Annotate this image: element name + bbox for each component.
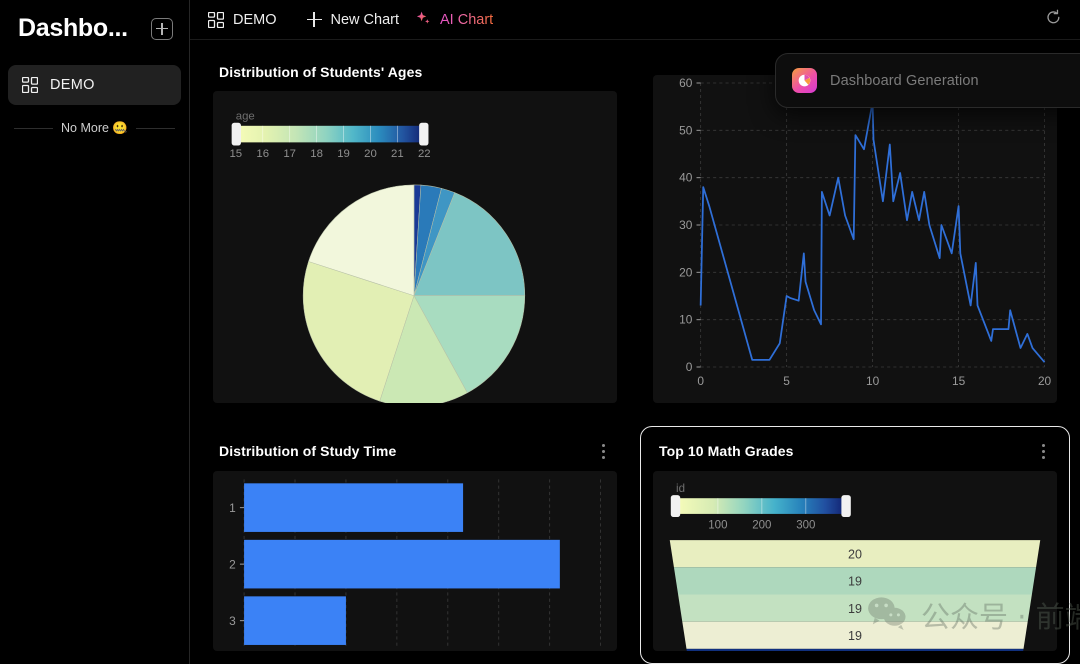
dashboard-grid: Distribution of Students' Ages age 15 16… bbox=[190, 40, 1080, 664]
svg-text:16: 16 bbox=[256, 148, 269, 160]
funnel-value-label: 19 bbox=[848, 575, 862, 589]
card-study-time[interactable]: Distribution of Study Time 1 2 3 bbox=[200, 426, 630, 664]
pie-slices bbox=[302, 184, 526, 403]
y-tick-label: 40 bbox=[679, 172, 693, 185]
y-tick-label: 3 bbox=[229, 614, 236, 628]
new-chart-button[interactable]: New Chart bbox=[306, 0, 416, 40]
grid-icon bbox=[22, 77, 38, 93]
svg-text:20: 20 bbox=[364, 148, 377, 160]
line-chart-axis-ticks: 0 10 20 30 40 50 60 0 5 10 15 20 bbox=[679, 77, 1052, 388]
no-more-text: No More 🤐 bbox=[61, 121, 128, 135]
card-students-ages[interactable]: Distribution of Students' Ages age 15 16… bbox=[200, 48, 630, 416]
bar bbox=[244, 539, 560, 589]
svg-text:300: 300 bbox=[796, 520, 815, 532]
svg-text:18: 18 bbox=[310, 148, 323, 160]
y-tick-label: 20 bbox=[679, 267, 693, 280]
x-tick-label: 20 bbox=[1038, 375, 1052, 388]
y-tick-label: 50 bbox=[679, 125, 693, 138]
funnel-value-label: 20 bbox=[848, 547, 862, 561]
refresh-icon bbox=[1045, 9, 1062, 31]
bar-chart-axis-ticks: 1 2 3 bbox=[229, 501, 245, 628]
sparkle-icon bbox=[415, 10, 431, 30]
bar bbox=[244, 596, 346, 645]
legend-handle-max[interactable] bbox=[841, 495, 851, 518]
sidebar-footer: No More 🤐 bbox=[0, 121, 189, 136]
grid-icon bbox=[208, 11, 224, 28]
ai-chart-label: AI Chart bbox=[440, 11, 494, 28]
legend-title-age: age bbox=[236, 111, 255, 123]
card-math-grades[interactable]: Top 10 Math Grades id 100 200 300 20 19 … bbox=[640, 426, 1070, 664]
card-header: Distribution of Study Time bbox=[213, 437, 617, 471]
divider-right bbox=[135, 128, 175, 129]
plus-icon bbox=[306, 12, 322, 27]
topbar-workspace-label: DEMO bbox=[233, 11, 277, 28]
pie-chart-icon bbox=[792, 68, 817, 93]
new-chart-label: New Chart bbox=[330, 11, 400, 28]
x-tick-label: 10 bbox=[866, 375, 880, 388]
svg-text:100: 100 bbox=[708, 520, 727, 532]
line-chart-plot: 0 10 20 30 40 50 60 0 5 10 15 20 bbox=[653, 75, 1057, 403]
funnel-value-label: 19 bbox=[848, 602, 862, 616]
sidebar: Dashbo... DEMO No More 🤐 bbox=[0, 0, 190, 664]
ai-chart-button[interactable]: AI Chart bbox=[415, 0, 509, 40]
ai-prompt-dialog[interactable]: Dashboard Generation bbox=[775, 53, 1080, 108]
funnel-band bbox=[686, 648, 1024, 651]
card-title: Distribution of Students' Ages bbox=[219, 64, 423, 80]
x-tick-label: 0 bbox=[697, 375, 704, 388]
svg-text:22: 22 bbox=[418, 148, 431, 160]
kebab-menu-icon[interactable] bbox=[595, 442, 611, 460]
bar-chart-svg: 1 2 3 bbox=[229, 479, 602, 649]
bar-chart-plot: 1 2 3 bbox=[213, 471, 617, 651]
legend-handle-min[interactable] bbox=[670, 495, 681, 518]
kebab-menu-icon[interactable] bbox=[1035, 442, 1051, 460]
bar-chart-series bbox=[244, 483, 560, 645]
pie-chart-svg: age 15 16 17 18 19 20 21 22 bbox=[229, 111, 526, 403]
card-title: Distribution of Study Time bbox=[219, 443, 397, 459]
svg-text:15: 15 bbox=[229, 148, 242, 160]
legend-title-id: id bbox=[676, 483, 685, 495]
topbar: DEMO New Chart AI Chart bbox=[190, 0, 1080, 40]
sidebar-item-label: DEMO bbox=[50, 77, 95, 93]
y-tick-label: 10 bbox=[679, 314, 693, 327]
svg-text:17: 17 bbox=[283, 148, 296, 160]
funnel-chart-plot: id 100 200 300 20 19 19 19 bbox=[653, 471, 1057, 651]
add-dashboard-button[interactable] bbox=[151, 17, 173, 40]
refresh-button[interactable] bbox=[1040, 7, 1066, 33]
funnel-value-label: 19 bbox=[848, 629, 862, 643]
svg-text:200: 200 bbox=[752, 520, 771, 532]
legend-handle-max[interactable] bbox=[419, 122, 429, 146]
funnel-chart-svg: id 100 200 300 20191919 bbox=[669, 483, 1041, 651]
legend-tick-labels: 100 200 300 bbox=[708, 520, 815, 532]
card-header: Top 10 Math Grades bbox=[653, 437, 1057, 471]
pie-chart-plot: age 15 16 17 18 19 20 21 22 bbox=[213, 91, 617, 403]
sidebar-item-demo[interactable]: DEMO bbox=[8, 65, 181, 105]
x-tick-label: 5 bbox=[783, 375, 790, 388]
legend-colorbar bbox=[235, 125, 425, 143]
main-area: DEMO New Chart AI Chart Distribution of … bbox=[190, 0, 1080, 664]
app-root: Dashbo... DEMO No More 🤐 DEMO New Chart … bbox=[0, 0, 1080, 664]
svg-text:21: 21 bbox=[391, 148, 404, 160]
y-tick-label: 1 bbox=[229, 501, 236, 515]
divider-left bbox=[14, 128, 54, 129]
y-tick-label: 30 bbox=[679, 219, 693, 232]
y-tick-label: 2 bbox=[229, 557, 236, 571]
card-header: Distribution of Students' Ages bbox=[213, 59, 617, 91]
sidebar-title: Dashbo... bbox=[18, 14, 128, 42]
y-tick-label: 0 bbox=[686, 361, 693, 374]
ai-prompt-input[interactable]: Dashboard Generation bbox=[830, 73, 1080, 89]
legend-handle-min[interactable] bbox=[231, 122, 241, 146]
card-title: Top 10 Math Grades bbox=[659, 443, 794, 459]
svg-text:19: 19 bbox=[337, 148, 350, 160]
bar bbox=[244, 483, 464, 532]
y-tick-label: 60 bbox=[679, 77, 693, 90]
x-tick-label: 15 bbox=[952, 375, 966, 388]
line-chart-svg: 0 10 20 30 40 50 60 0 5 10 15 20 bbox=[679, 77, 1052, 388]
legend-colorbar bbox=[676, 498, 846, 514]
legend-tick-labels: 15 16 17 18 19 20 21 22 bbox=[229, 148, 430, 160]
sidebar-header: Dashbo... bbox=[0, 0, 189, 53]
topbar-workspace-demo[interactable]: DEMO bbox=[208, 0, 307, 40]
